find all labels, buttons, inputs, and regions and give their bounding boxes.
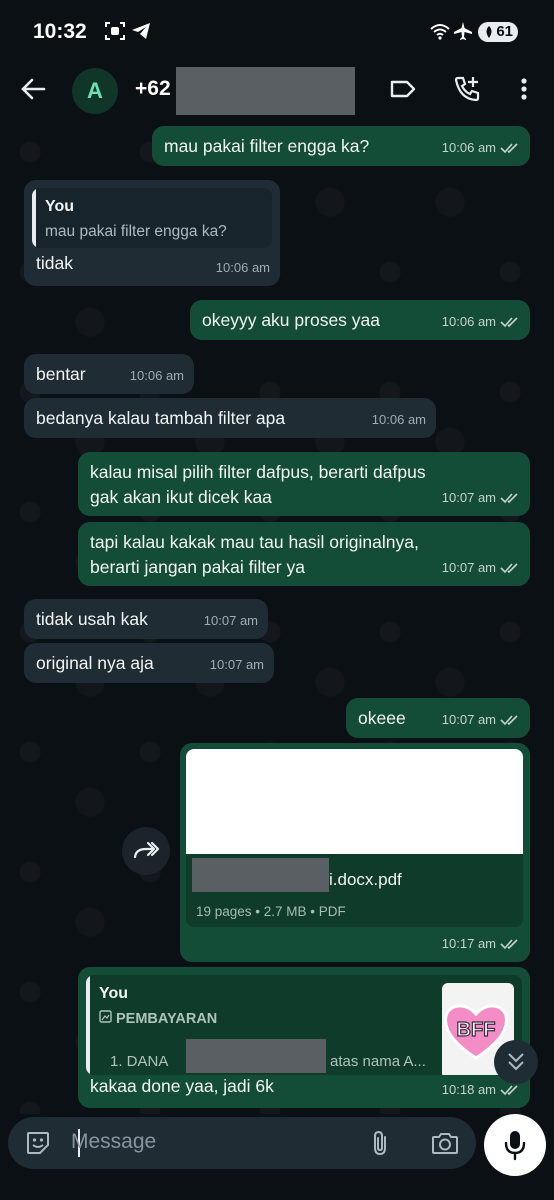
message-bubble-incoming[interactable]: bedanya kalau tambah filter apa 10:06 am	[24, 398, 436, 438]
document-preview[interactable]	[186, 749, 523, 854]
message-time: 10:07 am	[203, 613, 258, 628]
contact-avatar[interactable]: A	[72, 68, 118, 114]
message-time: 10:06 am	[441, 314, 496, 329]
camera-icon[interactable]	[430, 1129, 460, 1157]
message-meta: 10:06 am	[216, 255, 270, 280]
forward-icon	[133, 841, 160, 859]
message-time: 10:07 am	[209, 657, 264, 672]
message-bubble-outgoing[interactable]: okeee 10:07 am	[346, 698, 530, 738]
message-meta: 10:07 am	[210, 652, 264, 677]
image-icon	[99, 1010, 112, 1023]
message-time: 10:06 am	[441, 140, 496, 155]
document-message[interactable]: i.docx.pdf 19 pages • 2.7 MB • PDF 10:17…	[180, 743, 530, 962]
quote-text: mau pakai filter engga ka?	[45, 223, 227, 240]
composer: Message	[0, 1114, 554, 1200]
message-time: 10:07 am	[441, 712, 496, 727]
chat-area[interactable]: mau pakai filter engga ka? 10:06 am You …	[0, 122, 554, 1114]
message-time: 10:06 am	[371, 412, 426, 427]
airplane-icon	[454, 22, 472, 40]
attach-icon[interactable]	[368, 1129, 392, 1157]
wifi-icon	[430, 24, 450, 40]
message-bubble-incoming[interactable]: original nya aja 10:07 am	[24, 643, 274, 683]
message-meta: 10:06 am	[442, 135, 520, 160]
document-details: 19 pages • 2.7 MB • PDF	[196, 904, 346, 919]
double-check-icon	[500, 938, 518, 949]
redacted-phone-number	[176, 67, 355, 115]
double-check-icon	[500, 1084, 518, 1095]
message-bubble-outgoing[interactable]: kalau misal pilih filter dafpus, berarti…	[78, 452, 530, 516]
quote-line-end: atas nama A...	[330, 1053, 426, 1070]
quoted-message[interactable]: You mau pakai filter engga ka?	[32, 188, 272, 248]
chat-header: A +62	[0, 58, 554, 122]
scroll-to-bottom-button[interactable]	[494, 1040, 538, 1084]
message-bubble-incoming[interactable]: bentar 10:06 am	[24, 354, 194, 394]
message-text: tidak	[36, 253, 73, 273]
message-time: 10:06 am	[129, 368, 184, 383]
redacted-document-name	[192, 858, 329, 892]
message-time: 10:18 am	[441, 1082, 496, 1097]
message-time: 10:06 am	[215, 260, 270, 275]
more-vert-icon[interactable]	[509, 74, 539, 104]
message-time: 10:17 am	[441, 936, 496, 951]
message-text: kakaa done yaa, jadi 6k	[90, 1076, 274, 1096]
message-text-line-1: tapi kalau kakak mau tau hasil originaln…	[90, 532, 419, 552]
screen-record-icon	[105, 22, 125, 40]
sticker-text: BFF	[457, 1019, 496, 1041]
status-bar: 10:32 61	[0, 0, 554, 58]
message-time: 10:07 am	[441, 490, 496, 505]
mic-icon	[504, 1131, 526, 1161]
message-text-line-1: kalau misal pilih filter dafpus, berarti…	[90, 462, 426, 482]
double-check-icon	[500, 714, 518, 725]
message-text: bedanya kalau tambah filter apa	[36, 408, 286, 428]
message-bubble-incoming[interactable]: You mau pakai filter engga ka? tidak 10:…	[24, 180, 280, 286]
emoji-sticker-icon[interactable]	[24, 1129, 52, 1157]
document-name: i.docx.pdf	[329, 870, 402, 889]
message-bubble-incoming[interactable]: tidak usah kak 10:07 am	[24, 599, 268, 639]
double-chevron-down-icon	[508, 1053, 524, 1071]
double-check-icon	[500, 492, 518, 503]
message-meta: 10:07 am	[442, 707, 520, 732]
double-check-icon	[500, 316, 518, 327]
double-check-icon	[500, 562, 518, 573]
message-meta: 10:07 am	[442, 485, 520, 510]
forward-button[interactable]	[122, 827, 170, 875]
voice-message-button[interactable]	[484, 1114, 546, 1176]
label-icon[interactable]	[388, 74, 418, 104]
message-bubble-outgoing[interactable]: okeyyy aku proses yaa 10:06 am	[190, 300, 530, 340]
quote-label: PEMBAYARAN	[116, 1011, 218, 1027]
telegram-icon	[132, 23, 150, 39]
message-input-container[interactable]: Message	[8, 1117, 476, 1169]
message-time: 10:07 am	[441, 560, 496, 575]
contact-name[interactable]: +62	[135, 77, 171, 101]
message-meta: 10:07 am	[442, 555, 520, 580]
message-meta: 10:06 am	[372, 407, 426, 432]
add-call-icon[interactable]	[452, 74, 482, 104]
message-meta: 10:06 am	[442, 309, 520, 334]
message-meta: 10:07 am	[204, 608, 258, 633]
message-meta: 10:17 am	[442, 931, 520, 956]
back-arrow-icon[interactable]	[18, 74, 48, 104]
battery-indicator: 61	[478, 22, 518, 42]
redacted-account-number	[186, 1039, 326, 1073]
message-meta: 10:06 am	[130, 363, 184, 388]
quote-author: You	[99, 985, 129, 1002]
message-input[interactable]: Message	[71, 1130, 156, 1154]
quote-line-start: 1. DANA	[110, 1053, 169, 1070]
message-bubble-outgoing[interactable]: tapi kalau kakak mau tau hasil originaln…	[78, 522, 530, 586]
quote-author: You	[45, 198, 75, 215]
message-bubble-outgoing[interactable]: mau pakai filter engga ka? 10:06 am	[152, 126, 530, 166]
battery-level: 61	[496, 23, 513, 40]
document-info-card[interactable]: i.docx.pdf 19 pages • 2.7 MB • PDF	[186, 854, 523, 927]
battery-saver-icon	[486, 26, 492, 38]
double-check-icon	[500, 142, 518, 153]
status-time: 10:32	[33, 20, 87, 43]
